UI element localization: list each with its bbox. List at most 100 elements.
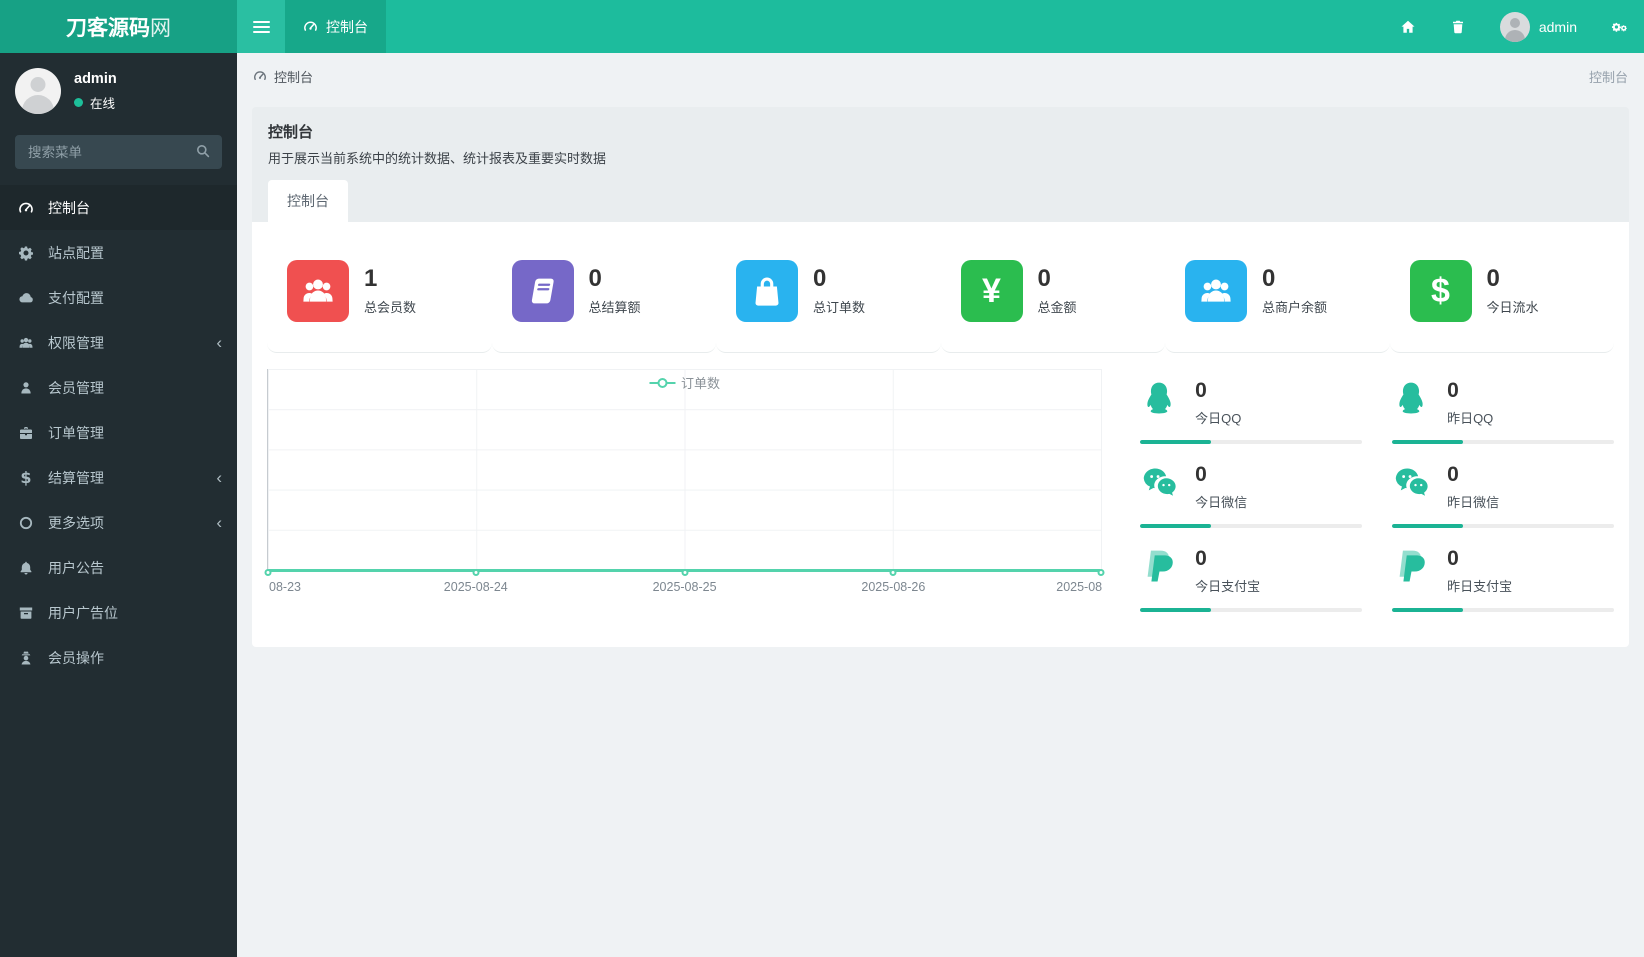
nav-tab-dashboard[interactable]: 控制台: [285, 0, 386, 53]
stat-yesterday-wechat: 0 昨日微信: [1392, 453, 1614, 537]
stat-yesterday-qq: 0 昨日QQ: [1392, 369, 1614, 453]
menu-label: 站点配置: [48, 244, 104, 261]
menu-label: 订单管理: [48, 424, 104, 441]
menu-label: 会员操作: [48, 649, 104, 666]
menu-label: 权限管理: [48, 334, 104, 351]
sidebar-item-member-ops[interactable]: 会员操作: [0, 635, 237, 680]
sidebar-item-user-notice[interactable]: 用户公告: [0, 545, 237, 590]
x-tick-label: 2025-08: [1056, 580, 1103, 594]
dashboard-icon: [17, 200, 35, 216]
legend-line-marker-icon: [649, 381, 676, 384]
users-icon: [17, 335, 35, 351]
chevron-left-icon: ‹: [216, 513, 222, 532]
dashboard-icon: [304, 21, 317, 31]
archive-icon: [17, 605, 35, 621]
tab-dashboard[interactable]: 控制台: [268, 180, 348, 222]
clear-cache-button[interactable]: [1433, 0, 1483, 53]
sidebar-user-panel: admin 在线: [0, 53, 237, 127]
wechat-icon: [1392, 463, 1432, 506]
progress-bar: [1392, 608, 1614, 612]
sidebar-item-permissions[interactable]: 权限管理 ‹: [0, 320, 237, 365]
navbar-username: admin: [1538, 18, 1577, 35]
stat-label: 今日支付宝: [1195, 579, 1261, 594]
stat-value: 0: [1447, 379, 1459, 402]
logo-text-bold: 刀客源码: [66, 16, 150, 40]
book-icon: [511, 260, 574, 322]
chart-point: [889, 569, 897, 576]
search-input[interactable]: [15, 135, 222, 169]
stat-value: 0: [588, 264, 602, 292]
chart-legend[interactable]: 订单数: [649, 373, 720, 392]
wechat-icon: [1140, 463, 1180, 506]
stat-value: 0: [1486, 264, 1500, 292]
breadcrumb-dashboard-link[interactable]: 控制台: [253, 67, 313, 86]
stat-total-orders: 0 总订单数: [716, 236, 941, 353]
page-title: 控制台: [268, 124, 314, 141]
menu-label: 用户公告: [48, 559, 104, 576]
logo-text-light: 网: [150, 16, 171, 40]
avatar: [15, 68, 61, 114]
alipay-icon: [1140, 547, 1180, 590]
circle-icon: [17, 515, 35, 531]
online-status-label: 在线: [90, 96, 116, 111]
stat-value: 0: [1195, 379, 1207, 402]
cloud-icon: [17, 290, 35, 306]
progress-bar: [1392, 524, 1614, 528]
stat-value: 1: [364, 264, 378, 292]
stat-label: 今日流水: [1486, 300, 1539, 316]
app-logo[interactable]: 刀客源码网: [0, 0, 237, 53]
menu-label: 支付配置: [48, 289, 104, 306]
sidebar-item-pay-config[interactable]: 支付配置: [0, 275, 237, 320]
x-tick-label: 08-23: [269, 580, 301, 594]
sidebar-item-members[interactable]: 会员管理: [0, 365, 237, 410]
stat-today-flow: $ 0 今日流水: [1389, 236, 1614, 353]
trash-icon: [1452, 20, 1463, 33]
sidebar-menu: 控制台 站点配置 支付配置 权限管理 ‹ 会员管理 订单管理 $ 结算管理 ‹: [0, 185, 237, 680]
gears-icon: [1611, 22, 1627, 32]
menu-label: 用户广告位: [48, 604, 118, 621]
stat-value: 0: [1037, 264, 1051, 292]
dollar-icon: $: [20, 468, 32, 487]
home-button[interactable]: [1383, 0, 1433, 53]
main-content: 控制台 控制台 控制台 用于展示当前系统中的统计数据、统计报表及重要实时数据 控…: [237, 53, 1644, 647]
sidebar: admin 在线 控制台 站点配置 支付配置 权限管理 ‹ 会员管理: [0, 53, 237, 957]
alipay-icon: [1392, 547, 1432, 590]
stat-value: 0: [1262, 264, 1276, 292]
breadcrumb: 控制台 控制台: [237, 53, 1644, 99]
shopping-bag-icon: [736, 260, 798, 322]
sidebar-item-more-options[interactable]: 更多选项 ‹: [0, 500, 237, 545]
avatar: [1499, 11, 1530, 42]
stat-cards-row: 1 总会员数 0 总结算额 0 总订单数 ¥ 0 总金额 0 总商户余额 $ 0…: [267, 236, 1614, 353]
top-navbar: 刀客源码网 控制台 admin: [0, 0, 1644, 53]
stat-total-settlement: 0 总结算额: [491, 236, 716, 353]
sidebar-item-dashboard[interactable]: 控制台: [0, 185, 237, 230]
x-tick-label: 2025-08-24: [443, 580, 508, 594]
chevron-left-icon: ‹: [216, 468, 222, 487]
sidebar-item-site-config[interactable]: 站点配置: [0, 230, 237, 275]
search-icon[interactable]: [195, 143, 213, 161]
user-menu[interactable]: admin: [1483, 0, 1594, 53]
stat-today-wechat: 0 今日微信: [1140, 453, 1363, 537]
menu-label: 更多选项: [48, 514, 104, 531]
legend-label: 订单数: [681, 376, 721, 391]
sidebar-item-orders[interactable]: 订单管理: [0, 410, 237, 455]
chart-point: [681, 569, 689, 576]
sidebar-item-settlement[interactable]: $ 结算管理 ‹: [0, 455, 237, 500]
sidebar-item-user-adslot[interactable]: 用户广告位: [0, 590, 237, 635]
sidebar-toggle-button[interactable]: [237, 0, 285, 53]
stat-value: 0: [1195, 463, 1207, 486]
users-icon: [1185, 260, 1247, 322]
progress-bar: [1140, 608, 1363, 612]
stat-label: 昨日微信: [1447, 495, 1500, 510]
dashboard-panel: 控制台 用于展示当前系统中的统计数据、统计报表及重要实时数据 控制台 1 总会员数…: [252, 107, 1629, 647]
progress-bar: [1392, 440, 1614, 444]
stat-total-members: 1 总会员数: [267, 236, 492, 353]
stat-label: 今日微信: [1195, 495, 1248, 510]
user-icon: [17, 380, 35, 396]
settings-button[interactable]: [1594, 0, 1644, 53]
stat-today-qq: 0 今日QQ: [1140, 369, 1363, 453]
progress-bar: [1140, 524, 1363, 528]
nav-tab-label: 控制台: [326, 18, 368, 35]
panel-body: 1 总会员数 0 总结算额 0 总订单数 ¥ 0 总金额 0 总商户余额 $ 0…: [252, 222, 1629, 647]
chevron-left-icon: ‹: [216, 333, 222, 352]
